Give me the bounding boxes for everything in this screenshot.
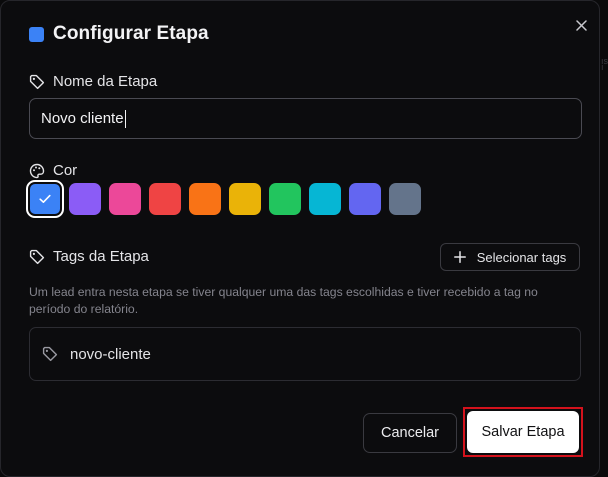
color-swatch-blue[interactable] bbox=[26, 180, 64, 218]
tag-icon bbox=[29, 249, 45, 265]
select-tags-button[interactable]: Selecionar tags bbox=[440, 243, 580, 271]
stage-name-input[interactable]: Novo cliente bbox=[29, 98, 582, 139]
color-swatch-yellow[interactable] bbox=[229, 183, 261, 215]
background-edge-text: ı bbox=[601, 62, 604, 72]
tag-chip-label: novo-cliente bbox=[70, 345, 151, 363]
color-swatch-indigo[interactable] bbox=[349, 183, 381, 215]
tags-field-label-row: Tags da Etapa bbox=[29, 248, 149, 265]
color-swatch-pink[interactable] bbox=[109, 183, 141, 215]
color-field-label-row: Cor bbox=[29, 162, 77, 179]
select-tags-label: Selecionar tags bbox=[476, 249, 567, 265]
check-icon bbox=[39, 194, 51, 203]
tags-help-text: Um lead entra nesta etapa se tiver qualq… bbox=[29, 285, 538, 316]
color-swatch-orange[interactable] bbox=[189, 183, 221, 215]
color-swatch-list bbox=[26, 180, 429, 218]
color-swatch-violet[interactable] bbox=[69, 183, 101, 215]
tag-icon bbox=[29, 74, 45, 90]
dialog-title: Configurar Etapa bbox=[53, 23, 209, 44]
color-swatch-slate[interactable] bbox=[389, 183, 421, 215]
name-field-label: Nome da Etapa bbox=[53, 73, 158, 90]
tag-chip-novo-cliente[interactable]: novo-cliente bbox=[42, 346, 151, 363]
close-icon bbox=[575, 19, 587, 31]
save-stage-button[interactable]: Salvar Etapa bbox=[467, 411, 579, 453]
name-field-label-row: Nome da Etapa bbox=[29, 73, 157, 90]
palette-icon bbox=[29, 163, 45, 179]
color-field-label: Cor bbox=[53, 162, 78, 179]
color-swatch-cyan[interactable] bbox=[309, 183, 341, 215]
color-swatch-fill bbox=[30, 184, 60, 214]
tags-field-label: Tags da Etapa bbox=[53, 248, 149, 265]
cancel-button[interactable]: Cancelar bbox=[363, 413, 457, 453]
plus-icon bbox=[453, 251, 466, 263]
dialog-header: Configurar Etapa bbox=[29, 23, 209, 45]
color-swatch-red[interactable] bbox=[149, 183, 181, 215]
stage-color-indicator bbox=[29, 26, 44, 42]
close-button[interactable] bbox=[567, 15, 595, 35]
tag-icon bbox=[42, 346, 58, 362]
configure-stage-dialog: Configurar Etapa Nome da Etapa Novo clie… bbox=[0, 0, 600, 477]
stage-name-value: Novo cliente bbox=[41, 110, 124, 127]
text-caret bbox=[124, 109, 126, 128]
color-swatch-green[interactable] bbox=[269, 183, 301, 215]
selected-tags-box: novo-cliente bbox=[29, 327, 581, 381]
